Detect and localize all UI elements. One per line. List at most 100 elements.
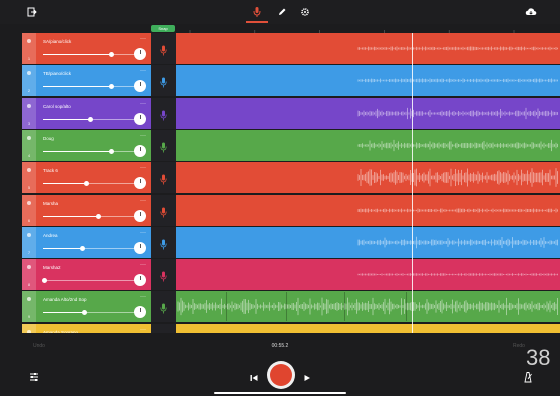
track-name[interactable]: Amanda Alto/2nd Sop <box>43 297 87 302</box>
track-handle[interactable]: 1 <box>22 33 36 64</box>
more-icon[interactable]: ··· <box>140 36 146 42</box>
pan-knob[interactable] <box>134 241 146 254</box>
track-name[interactable]: Carol sop/alto <box>43 104 71 109</box>
more-icon[interactable]: ··· <box>140 327 146 333</box>
export-icon[interactable] <box>25 5 39 19</box>
track-lane[interactable] <box>176 33 560 64</box>
more-icon[interactable]: ··· <box>140 68 146 74</box>
snap-button[interactable]: Snap <box>151 25 175 32</box>
volume-knob[interactable] <box>81 310 87 316</box>
volume-knob[interactable] <box>42 278 48 284</box>
pan-knob[interactable] <box>134 209 146 222</box>
volume-slider[interactable] <box>43 310 135 316</box>
track-name[interactable]: Andrea <box>43 233 58 238</box>
volume-slider[interactable] <box>43 213 135 219</box>
track-lane[interactable] <box>176 226 560 258</box>
track-header[interactable]: 9 Amanda Alto/2nd Sop ··· <box>22 291 151 323</box>
track-header[interactable]: 4 Doug ··· <box>22 129 151 161</box>
track-lane[interactable] <box>176 162 560 194</box>
volume-knob[interactable] <box>88 116 94 122</box>
track-handle[interactable]: 10 <box>22 323 36 333</box>
volume-knob[interactable] <box>108 148 114 154</box>
play-button[interactable] <box>302 370 312 381</box>
gear-icon[interactable] <box>298 5 312 19</box>
track-header[interactable]: 1 SA/piano/click ··· <box>22 33 151 64</box>
track-handle[interactable]: 6 <box>22 194 36 226</box>
volume-knob[interactable] <box>83 181 89 187</box>
track-handle[interactable]: 5 <box>22 162 36 194</box>
volume-slider[interactable] <box>43 245 135 251</box>
track-name[interactable]: Track 6 <box>43 168 58 173</box>
volume-slider[interactable] <box>43 52 135 57</box>
volume-slider[interactable] <box>43 181 135 187</box>
track-handle[interactable]: 8 <box>22 259 36 291</box>
playhead[interactable] <box>412 33 413 333</box>
more-icon[interactable]: ··· <box>140 230 146 236</box>
record-arm[interactable] <box>151 194 176 226</box>
track-lane[interactable] <box>176 194 560 226</box>
metronome-icon[interactable] <box>522 370 534 383</box>
mixer-icon[interactable] <box>28 370 40 382</box>
more-icon[interactable]: ··· <box>140 101 146 107</box>
track-header[interactable]: 2 TB/piano/click ··· <box>22 65 151 97</box>
record-arm[interactable] <box>151 33 176 64</box>
track-header[interactable]: 7 Andrea ··· <box>22 226 151 258</box>
volume-slider[interactable] <box>42 278 135 284</box>
pan-knob[interactable] <box>134 144 146 157</box>
pan-knob[interactable] <box>134 274 146 287</box>
more-icon[interactable]: ··· <box>140 294 146 300</box>
track-lane[interactable] <box>176 129 560 161</box>
track-lane[interactable] <box>176 259 560 291</box>
record-arm[interactable] <box>151 162 176 194</box>
mic-icon[interactable] <box>250 5 264 19</box>
record-button[interactable] <box>267 361 295 389</box>
pan-knob[interactable] <box>134 48 146 60</box>
more-icon[interactable]: ··· <box>140 133 146 139</box>
record-arm[interactable] <box>151 259 176 291</box>
pan-knob[interactable] <box>134 306 146 319</box>
track-handle[interactable]: 2 <box>22 65 36 97</box>
volume-knob[interactable] <box>80 245 86 251</box>
track-handle[interactable]: 4 <box>22 129 36 161</box>
timeline-ruler[interactable] <box>176 24 560 37</box>
record-arm[interactable] <box>151 226 176 258</box>
record-arm[interactable] <box>151 129 176 161</box>
volume-slider[interactable] <box>43 84 135 90</box>
track-name[interactable]: Marsha <box>43 201 58 206</box>
track-name[interactable]: Marsha2 <box>43 265 61 270</box>
track-header[interactable]: 10Amanda Soprano··· <box>22 323 151 333</box>
track-lane[interactable] <box>176 65 560 97</box>
track-handle[interactable]: 9 <box>22 291 36 323</box>
volume-slider[interactable] <box>43 148 135 154</box>
more-icon[interactable]: ··· <box>140 165 146 171</box>
track-header[interactable]: 3 Carol sop/alto ··· <box>22 97 151 129</box>
volume-knob[interactable] <box>108 84 114 90</box>
track-name[interactable]: SA/piano/click <box>43 39 71 44</box>
volume-knob[interactable] <box>95 213 101 219</box>
track-header[interactable]: 6 Marsha ··· <box>22 194 151 226</box>
pan-knob[interactable] <box>134 177 146 190</box>
pencil-icon[interactable] <box>275 5 289 19</box>
record-arm[interactable] <box>151 291 176 323</box>
more-icon[interactable]: ··· <box>140 262 146 268</box>
volume-slider[interactable] <box>43 116 135 122</box>
pan-knob[interactable] <box>134 112 146 125</box>
track-header[interactable]: 5 Track 6 ··· <box>22 162 151 194</box>
record-arm[interactable] <box>151 65 176 97</box>
track-lane[interactable] <box>176 323 560 333</box>
track-handle[interactable]: 7 <box>22 226 36 258</box>
track-lane[interactable] <box>176 291 560 323</box>
cloud-download-icon[interactable] <box>524 5 538 19</box>
volume-knob[interactable] <box>108 52 114 57</box>
track-name[interactable]: Doug <box>43 136 54 141</box>
pan-knob[interactable] <box>134 80 146 93</box>
record-arm[interactable] <box>151 97 176 129</box>
more-icon[interactable]: ··· <box>140 198 146 204</box>
skip-back-button[interactable] <box>249 370 259 381</box>
track-header[interactable]: 8 Marsha2 ··· <box>22 259 151 291</box>
record-arm[interactable] <box>151 323 176 333</box>
track-lane[interactable] <box>176 97 560 129</box>
redo-button[interactable]: Redo <box>513 343 525 349</box>
track-handle[interactable]: 3 <box>22 97 36 129</box>
track-name[interactable]: TB/piano/click <box>43 71 71 76</box>
